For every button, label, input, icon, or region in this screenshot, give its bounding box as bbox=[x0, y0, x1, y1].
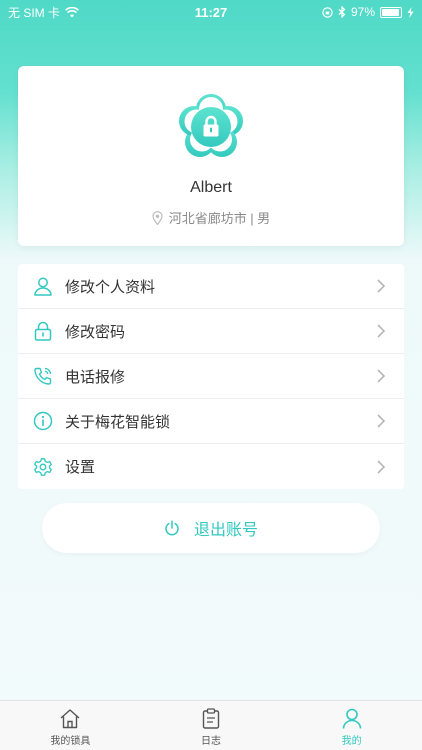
chevron-right-icon bbox=[377, 369, 386, 383]
power-icon bbox=[165, 520, 179, 536]
phone-icon bbox=[33, 366, 53, 386]
status-time: 11:27 bbox=[194, 4, 228, 20]
tab-bar: 我的锁具 日志 我的 bbox=[0, 700, 422, 750]
info-icon bbox=[33, 411, 53, 431]
location-text: 河北省廊坊市 | 男 bbox=[168, 211, 271, 226]
tab-logs[interactable]: 日志 bbox=[141, 701, 282, 750]
tab-label: 我的 bbox=[341, 736, 362, 747]
menu-item-label: 关于梅花智能锁 bbox=[65, 413, 171, 431]
gear-icon bbox=[33, 457, 53, 477]
status-bar: 无 SIM 卡 11:27 97% bbox=[0, 0, 422, 24]
battery-fill bbox=[382, 8, 400, 16]
profile-card: Albert 河北省廊坊市 | 男 bbox=[18, 66, 404, 246]
location-pin-icon bbox=[152, 210, 163, 225]
settings-menu: 修改个人资料 修改密码 电话报修 关于梅花智能锁 设置 bbox=[18, 264, 404, 489]
battery-icon bbox=[380, 6, 402, 18]
menu-item-phone-repair[interactable]: 电话报修 bbox=[18, 354, 404, 399]
chevron-right-icon bbox=[377, 324, 386, 338]
clipboard-icon bbox=[202, 708, 220, 729]
menu-item-change-password[interactable]: 修改密码 bbox=[18, 309, 404, 354]
menu-item-about[interactable]: 关于梅花智能锁 bbox=[18, 399, 404, 444]
person-icon bbox=[342, 708, 361, 729]
tab-label: 我的锁具 bbox=[50, 736, 91, 747]
menu-item-settings[interactable]: 设置 bbox=[18, 444, 404, 489]
plum-blossom-lock-logo[interactable] bbox=[176, 92, 246, 162]
user-name: Albert bbox=[190, 179, 232, 196]
chevron-right-icon bbox=[377, 414, 386, 428]
user-location: 河北省廊坊市 | 男 bbox=[18, 208, 404, 227]
chevron-right-icon bbox=[377, 459, 386, 474]
user-icon bbox=[33, 276, 53, 296]
menu-item-label: 电话报修 bbox=[65, 368, 126, 386]
lock-icon bbox=[33, 321, 53, 341]
home-icon bbox=[60, 709, 80, 729]
tab-my-locks[interactable]: 我的锁具 bbox=[0, 701, 141, 750]
menu-item-edit-profile[interactable]: 修改个人资料 bbox=[18, 264, 404, 309]
menu-item-label: 设置 bbox=[65, 459, 96, 476]
logout-button[interactable]: 退出账号 bbox=[42, 503, 380, 553]
menu-item-label: 修改密码 bbox=[65, 323, 126, 341]
tab-label: 日志 bbox=[201, 736, 221, 747]
chevron-right-icon bbox=[377, 279, 386, 293]
logout-label: 退出账号 bbox=[193, 522, 258, 539]
tab-mine[interactable]: 我的 bbox=[281, 701, 422, 750]
menu-item-label: 修改个人资料 bbox=[65, 278, 156, 296]
